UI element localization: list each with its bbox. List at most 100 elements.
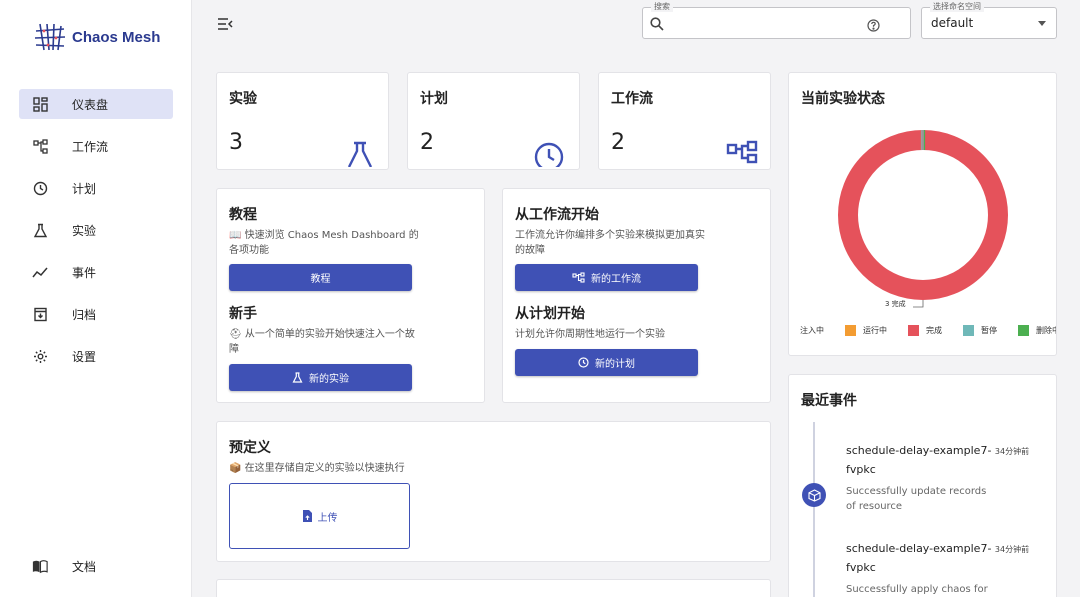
stat-card-schedules[interactable]: 计划 2 bbox=[407, 72, 580, 170]
sidebar-item-dashboard[interactable]: 仪表盘 bbox=[19, 89, 173, 119]
sidebar-docs: 文档 bbox=[19, 551, 173, 593]
brand-name: Chaos Mesh bbox=[72, 28, 161, 46]
clock-icon bbox=[533, 141, 565, 169]
new-experiment-label: 新的实验 bbox=[309, 374, 349, 385]
sidebar: Chaos Mesh 仪表盘 工作流 计划 实验 事件 归档 设置 文档 bbox=[0, 0, 192, 597]
legend-label: 运行中 bbox=[863, 326, 887, 335]
sidebar-item-label: 设置 bbox=[72, 349, 97, 364]
legend-swatch bbox=[908, 325, 919, 336]
sidebar-item-label: 文档 bbox=[72, 559, 97, 574]
event-item[interactable]: schedule-delay-example7- 34分钟前 fvpkc Suc… bbox=[846, 540, 1046, 597]
legend-label: 暂停 bbox=[981, 326, 997, 335]
workflow-icon bbox=[572, 272, 585, 283]
new-workflow-label: 新的工作流 bbox=[591, 274, 641, 285]
recent-events-card: 最近事件 schedule-delay-example7- 34分钟前 fvpk… bbox=[788, 374, 1057, 597]
legend-item-finished[interactable]: 完成 bbox=[908, 325, 942, 336]
legend-label: 注入中 bbox=[800, 326, 824, 335]
new-schedule-button[interactable]: 新的计划 bbox=[515, 349, 698, 376]
legend-label: 完成 bbox=[926, 326, 942, 335]
newbie-title: 新手 bbox=[229, 306, 257, 322]
book-icon bbox=[32, 558, 48, 574]
flask-icon bbox=[292, 372, 303, 383]
workflow-icon bbox=[32, 138, 48, 154]
legend-item-injecting[interactable]: 注入中 bbox=[800, 325, 824, 336]
help-icon[interactable] bbox=[867, 17, 880, 36]
sidebar-item-events[interactable]: 事件 bbox=[19, 257, 173, 287]
event-time: 34分钟前 bbox=[994, 545, 1030, 554]
chevron-down-icon bbox=[1038, 21, 1046, 26]
stat-card-workflows[interactable]: 工作流 2 bbox=[598, 72, 771, 170]
event-item[interactable]: schedule-delay-example7- 34分钟前 fvpkc Suc… bbox=[846, 442, 1046, 514]
search-input[interactable] bbox=[669, 14, 869, 32]
event-message: Successfully apply chaos for bbox=[846, 584, 988, 595]
get-started-card: 从工作流开始 工作流允许你编排多个实验来模拟更加真实的故障 新的工作流 从计划开… bbox=[502, 188, 771, 403]
brand-logo[interactable]: Chaos Mesh bbox=[34, 22, 160, 52]
search-field[interactable]: 搜索 bbox=[642, 1, 911, 39]
tutorial-button[interactable]: 教程 bbox=[229, 264, 412, 291]
tutorial-title: 教程 bbox=[229, 207, 257, 223]
sidebar-item-label: 仪表盘 bbox=[72, 97, 109, 112]
search-icon bbox=[650, 16, 664, 35]
tutorial-card: 教程 📖 快速浏览 Chaos Mesh Dashboard 的各项功能 教程 … bbox=[216, 188, 485, 403]
experiment-status-card: 当前实验状态 3 完成 注入中 运行中 完成 暂停 删除中 bbox=[788, 72, 1057, 356]
chart-callout-label: 3 完成 bbox=[885, 300, 906, 308]
status-donut-chart bbox=[838, 130, 1008, 308]
predefined-desc: 📦 在这里存储自定义的实验以快速执行 bbox=[229, 463, 405, 474]
search-label: 搜索 bbox=[651, 1, 673, 12]
legend-swatch bbox=[845, 325, 856, 336]
event-message: Successfully update records bbox=[846, 486, 987, 497]
legend-swatch bbox=[963, 325, 974, 336]
sidebar-item-label: 事件 bbox=[72, 265, 97, 280]
legend-label: 删除中 bbox=[1036, 326, 1056, 335]
workflow-start-desc: 工作流允许你编排多个实验来模拟更加真实的故障 bbox=[515, 230, 705, 256]
upload-file-icon bbox=[302, 510, 312, 522]
status-legend: 注入中 运行中 完成 暂停 删除中 bbox=[800, 325, 1056, 336]
sidebar-item-schedule[interactable]: 计划 bbox=[19, 173, 173, 203]
stat-value: 2 bbox=[611, 130, 625, 155]
event-message-cont: of resource bbox=[846, 501, 903, 512]
event-name-suffix: fvpkc bbox=[846, 561, 876, 574]
events-title: 最近事件 bbox=[801, 393, 857, 409]
tutorial-button-label: 教程 bbox=[310, 274, 331, 285]
sidebar-item-archive[interactable]: 归档 bbox=[19, 299, 173, 329]
stat-title: 实验 bbox=[229, 91, 257, 107]
sidebar-item-experiments[interactable]: 实验 bbox=[19, 215, 173, 245]
partial-card bbox=[216, 579, 771, 597]
sidebar-nav: 仪表盘 工作流 计划 实验 事件 归档 设置 bbox=[19, 89, 173, 383]
sidebar-item-settings[interactable]: 设置 bbox=[19, 341, 173, 371]
schedule-start-title: 从计划开始 bbox=[515, 306, 585, 322]
sidebar-item-workflow[interactable]: 工作流 bbox=[19, 131, 173, 161]
event-time: 34分钟前 bbox=[994, 447, 1030, 456]
clock-icon bbox=[578, 357, 589, 368]
stat-card-experiments[interactable]: 实验 3 bbox=[216, 72, 389, 170]
flask-icon bbox=[32, 222, 48, 238]
legend-swatch bbox=[1018, 325, 1029, 336]
gear-icon bbox=[32, 348, 48, 364]
namespace-select[interactable]: 选择命名空间 default bbox=[921, 1, 1057, 39]
stat-value: 2 bbox=[420, 130, 434, 155]
archive-icon bbox=[32, 306, 48, 322]
upload-button[interactable]: 上传 bbox=[229, 483, 410, 549]
dashboard-icon bbox=[32, 96, 48, 112]
new-schedule-label: 新的计划 bbox=[595, 359, 635, 370]
event-name-suffix: fvpkc bbox=[846, 463, 876, 476]
donut-slice-2[interactable] bbox=[838, 130, 1008, 300]
predefined-title: 预定义 bbox=[229, 440, 271, 456]
legend-item-paused[interactable]: 暂停 bbox=[963, 325, 997, 336]
legend-item-running[interactable]: 运行中 bbox=[845, 325, 887, 336]
sidebar-item-label: 工作流 bbox=[72, 139, 109, 154]
namespace-label: 选择命名空间 bbox=[930, 1, 984, 12]
tutorial-desc: 📖 快速浏览 Chaos Mesh Dashboard 的各项功能 bbox=[229, 230, 419, 256]
namespace-value: default bbox=[931, 16, 974, 30]
new-experiment-button[interactable]: 新的实验 bbox=[229, 364, 412, 391]
stat-title: 工作流 bbox=[611, 91, 653, 107]
menu-toggle-button[interactable] bbox=[217, 16, 233, 30]
newbie-desc: ⛑ 从一个简单的实验开始快速注入一个故障 bbox=[229, 329, 415, 355]
workflow-start-title: 从工作流开始 bbox=[515, 207, 599, 223]
schedule-start-desc: 计划允许你周期性地运行一个实验 bbox=[515, 329, 665, 340]
event-name: schedule-delay-example7- bbox=[846, 444, 992, 457]
legend-item-deleting[interactable]: 删除中 bbox=[1018, 325, 1056, 336]
new-workflow-button[interactable]: 新的工作流 bbox=[515, 264, 698, 291]
schedule-clock-icon bbox=[32, 180, 48, 196]
sidebar-item-docs[interactable]: 文档 bbox=[19, 551, 173, 581]
